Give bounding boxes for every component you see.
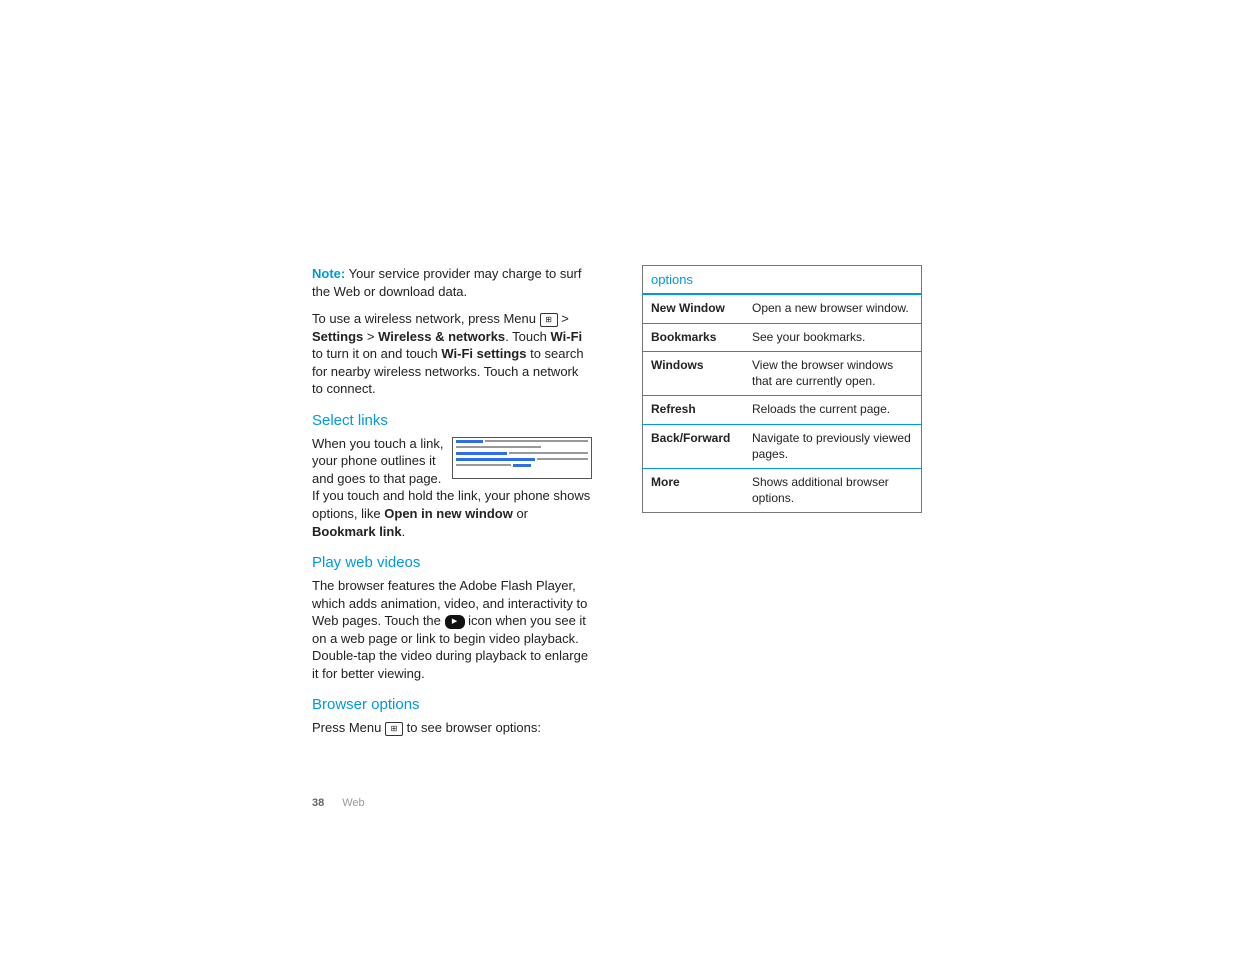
wireless-text-d: . Touch <box>505 329 550 344</box>
browser-options-text-b: to see browser options: <box>403 720 541 735</box>
table-row: Windows View the browser windows that ar… <box>643 352 922 396</box>
option-key: Bookmarks <box>643 323 745 352</box>
play-icon: ▶ <box>445 615 465 629</box>
option-desc: Reloads the current page. <box>744 396 922 425</box>
wireless-text-e: to turn it on and touch <box>312 346 441 361</box>
select-links-block: When you touch a link, your phone outlin… <box>312 435 592 540</box>
option-key: New Window <box>643 294 745 323</box>
wireless-paragraph: To use a wireless network, press Menu ⊞ … <box>312 310 592 398</box>
heading-select-links: Select links <box>312 412 592 429</box>
option-desc: See your bookmarks. <box>744 323 922 352</box>
note-paragraph: Note: Your service provider may charge t… <box>312 265 592 300</box>
page-section-label: Web <box>342 797 364 809</box>
page-spread: Note: Your service provider may charge t… <box>0 0 1235 809</box>
bookmark-link-label: Bookmark link <box>312 524 402 539</box>
left-column: Note: Your service provider may charge t… <box>312 265 592 809</box>
wireless-text-b: > <box>558 311 569 326</box>
option-key: Refresh <box>643 396 745 425</box>
select-links-end: . <box>402 524 406 539</box>
table-row: More Shows additional browser options. <box>643 469 922 513</box>
option-desc: View the browser windows that are curren… <box>744 352 922 396</box>
option-desc: Shows additional browser options. <box>744 469 922 513</box>
open-in-new-window-label: Open in new window <box>384 506 513 521</box>
browser-options-text-a: Press Menu <box>312 720 385 735</box>
option-key: More <box>643 469 745 513</box>
heading-browser-options: Browser options <box>312 696 592 713</box>
table-row: Bookmarks See your bookmarks. <box>643 323 922 352</box>
option-desc: Open a new browser window. <box>744 294 922 323</box>
page-footer: 38 Web <box>312 797 592 809</box>
table-row: Refresh Reloads the current page. <box>643 396 922 425</box>
wifi-settings-label: Wi-Fi settings <box>441 346 526 361</box>
play-videos-paragraph: The browser features the Adobe Flash Pla… <box>312 577 592 682</box>
wifi-label: Wi-Fi <box>550 329 582 344</box>
note-text: Your service provider may charge to surf… <box>312 266 582 299</box>
browser-options-paragraph: Press Menu ⊞ to see browser options: <box>312 719 592 737</box>
select-links-or: or <box>513 506 528 521</box>
wireless-text-c: > <box>363 329 378 344</box>
options-table-header: options <box>643 266 922 295</box>
table-row: Back/Forward Navigate to previously view… <box>643 424 922 468</box>
settings-label: Settings <box>312 329 363 344</box>
note-label: Note: <box>312 266 345 281</box>
option-key: Back/Forward <box>643 424 745 468</box>
search-results-thumbnail <box>452 437 592 479</box>
table-row: New Window Open a new browser window. <box>643 294 922 323</box>
wireless-networks-label: Wireless & networks <box>378 329 505 344</box>
menu-icon: ⊞ <box>385 722 403 736</box>
right-column: options New Window Open a new browser wi… <box>642 265 922 809</box>
option-desc: Navigate to previously viewed pages. <box>744 424 922 468</box>
page-number: 38 <box>312 797 324 809</box>
menu-icon: ⊞ <box>540 313 558 327</box>
heading-play-web-videos: Play web videos <box>312 554 592 571</box>
wireless-text-a: To use a wireless network, press Menu <box>312 311 540 326</box>
option-key: Windows <box>643 352 745 396</box>
options-table: options New Window Open a new browser wi… <box>642 265 922 513</box>
